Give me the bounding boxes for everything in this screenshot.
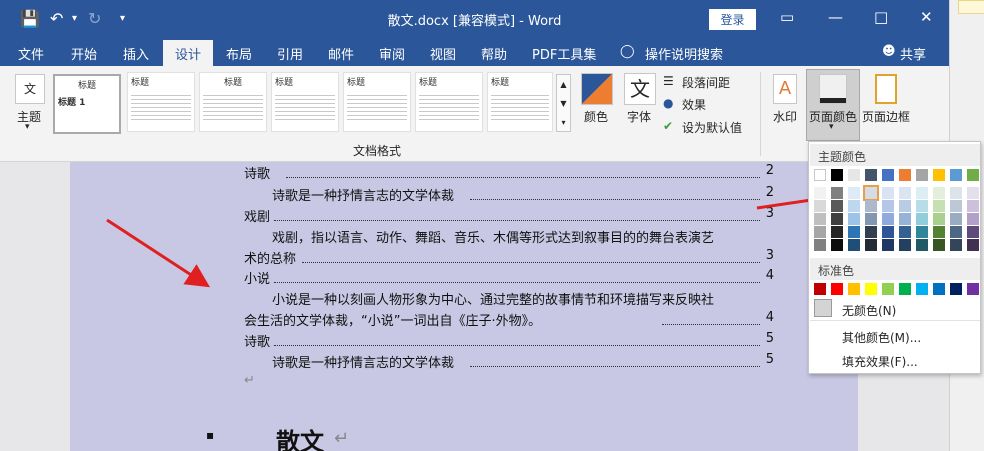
standard-color-swatch[interactable] xyxy=(814,283,826,295)
theme-color-shade-swatch[interactable] xyxy=(814,239,826,251)
page-color-menu: 主题颜色 标准色 无颜色(N) 其他颜色(M)... 填充效果(F)... xyxy=(808,141,981,374)
menu-divider xyxy=(810,320,980,321)
theme-color-shade-swatch[interactable] xyxy=(899,187,911,199)
theme-color-swatch[interactable] xyxy=(882,169,894,181)
theme-color-shade-swatch[interactable] xyxy=(967,239,979,251)
theme-color-shade-swatch[interactable] xyxy=(882,187,894,199)
theme-color-shade-swatch[interactable] xyxy=(848,187,860,199)
selected-theme-color-swatch[interactable] xyxy=(863,185,879,201)
theme-color-shade-swatch[interactable] xyxy=(933,213,945,225)
theme-color-shade-swatch[interactable] xyxy=(899,226,911,238)
theme-color-shade-swatch[interactable] xyxy=(899,200,911,212)
no-color-icon[interactable] xyxy=(814,299,832,317)
theme-color-shade-swatch[interactable] xyxy=(933,187,945,199)
theme-color-shade-swatch[interactable] xyxy=(831,239,843,251)
theme-color-swatch[interactable] xyxy=(899,169,911,181)
theme-color-shade-swatch[interactable] xyxy=(848,213,860,225)
theme-color-shade-swatch[interactable] xyxy=(916,200,928,212)
theme-color-shade-swatch[interactable] xyxy=(831,187,843,199)
standard-color-swatch[interactable] xyxy=(967,283,979,295)
theme-color-shade-swatch[interactable] xyxy=(882,239,894,251)
standard-color-swatch[interactable] xyxy=(899,283,911,295)
more-colors-item[interactable]: 其他颜色(M)... xyxy=(842,329,921,346)
theme-color-shade-swatch[interactable] xyxy=(814,213,826,225)
theme-color-shade-swatch[interactable] xyxy=(865,226,877,238)
theme-color-shade-swatch[interactable] xyxy=(950,226,962,238)
fill-effects-item[interactable]: 填充效果(F)... xyxy=(842,353,918,370)
theme-color-shade-swatch[interactable] xyxy=(916,239,928,251)
theme-color-shade-swatch[interactable] xyxy=(882,226,894,238)
theme-color-shade-swatch[interactable] xyxy=(933,239,945,251)
theme-color-shade-swatch[interactable] xyxy=(950,239,962,251)
standard-color-swatch[interactable] xyxy=(865,283,877,295)
theme-color-shade-swatch[interactable] xyxy=(814,200,826,212)
standard-color-swatch[interactable] xyxy=(882,283,894,295)
theme-color-shade-swatch[interactable] xyxy=(831,200,843,212)
no-color-item[interactable]: 无颜色(N) xyxy=(842,302,896,319)
theme-color-shade-swatch[interactable] xyxy=(967,213,979,225)
theme-color-shade-swatch[interactable] xyxy=(831,226,843,238)
theme-color-swatch[interactable] xyxy=(916,169,928,181)
theme-color-swatch[interactable] xyxy=(967,169,979,181)
theme-color-shade-swatch[interactable] xyxy=(950,187,962,199)
theme-color-shade-swatch[interactable] xyxy=(882,200,894,212)
standard-color-swatch[interactable] xyxy=(933,283,945,295)
standard-colors-heading: 标准色 xyxy=(810,258,980,280)
theme-color-shade-swatch[interactable] xyxy=(865,200,877,212)
theme-color-swatch[interactable] xyxy=(848,169,860,181)
theme-color-swatch[interactable] xyxy=(814,169,826,181)
theme-color-shade-swatch[interactable] xyxy=(899,239,911,251)
theme-color-shade-swatch[interactable] xyxy=(967,200,979,212)
standard-color-swatch[interactable] xyxy=(950,283,962,295)
standard-color-swatch[interactable] xyxy=(916,283,928,295)
theme-color-shade-swatch[interactable] xyxy=(865,213,877,225)
theme-color-shade-swatch[interactable] xyxy=(848,239,860,251)
theme-color-shade-swatch[interactable] xyxy=(933,200,945,212)
theme-color-swatch[interactable] xyxy=(831,169,843,181)
red-arrow-to-page xyxy=(106,218,211,288)
theme-color-shade-swatch[interactable] xyxy=(899,213,911,225)
theme-color-shade-swatch[interactable] xyxy=(865,239,877,251)
theme-color-shade-swatch[interactable] xyxy=(967,187,979,199)
theme-color-shade-swatch[interactable] xyxy=(916,226,928,238)
theme-color-shade-swatch[interactable] xyxy=(848,226,860,238)
theme-colors-heading: 主题颜色 xyxy=(810,144,980,166)
theme-color-shade-swatch[interactable] xyxy=(848,200,860,212)
theme-color-shade-swatch[interactable] xyxy=(814,187,826,199)
theme-color-shade-swatch[interactable] xyxy=(916,213,928,225)
theme-color-shade-swatch[interactable] xyxy=(950,200,962,212)
theme-color-swatch[interactable] xyxy=(950,169,962,181)
theme-color-shade-swatch[interactable] xyxy=(967,226,979,238)
theme-color-shade-swatch[interactable] xyxy=(814,226,826,238)
theme-color-swatch[interactable] xyxy=(865,169,877,181)
standard-color-swatch[interactable] xyxy=(848,283,860,295)
theme-color-shade-swatch[interactable] xyxy=(916,187,928,199)
theme-color-shade-swatch[interactable] xyxy=(882,213,894,225)
theme-color-swatch[interactable] xyxy=(933,169,945,181)
standard-color-swatch[interactable] xyxy=(831,283,843,295)
theme-color-shade-swatch[interactable] xyxy=(950,213,962,225)
theme-color-shade-swatch[interactable] xyxy=(831,213,843,225)
theme-color-shade-swatch[interactable] xyxy=(933,226,945,238)
